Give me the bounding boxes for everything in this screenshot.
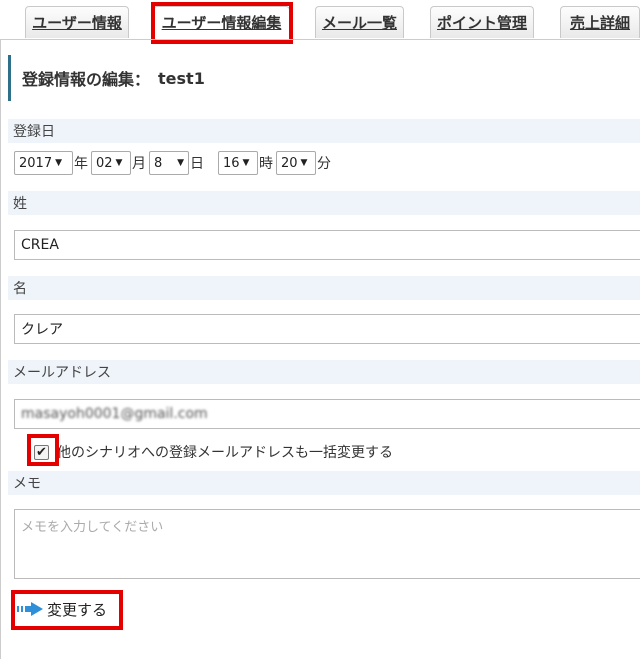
tab-label: ユーザー情報 <box>32 14 122 32</box>
bulk-change-row: ✔ 他のシナリオへの登録メールアドレスも一括変更する <box>34 441 393 463</box>
year-unit: 年 <box>74 156 88 172</box>
page-title: 登録情報の編集： test1 <box>8 55 640 101</box>
hour-select[interactable]: 16 ▼ <box>218 151 258 175</box>
chevron-down-icon: ▼ <box>177 158 184 168</box>
month-value: 02 <box>96 155 113 171</box>
page-title-username: test1 <box>158 68 205 88</box>
email-input[interactable]: masayoh0001@gmail.com <box>14 399 640 429</box>
day-value: 8 <box>154 155 163 171</box>
bulk-change-checkbox[interactable]: ✔ <box>34 444 49 460</box>
month-unit: 月 <box>132 156 146 172</box>
minute-unit: 分 <box>317 156 331 172</box>
reg-date-row: 2017 ▼ 年 02 ▼ 月 8 ▼ 日 16 ▼ 時 20 ▼ 分 <box>14 151 334 175</box>
tab-label: メール一覧 <box>321 14 397 32</box>
bulk-change-label: 他のシナリオへの登録メールアドレスも一括変更する <box>57 445 393 461</box>
chevron-down-icon: ▼ <box>242 158 250 168</box>
minute-value: 20 <box>281 155 298 171</box>
month-select[interactable]: 02 ▼ <box>91 151 131 175</box>
first-name-input[interactable]: クレア <box>14 314 640 344</box>
submit-button[interactable]: 変更する <box>17 596 107 622</box>
memo-label: メモ <box>8 471 640 495</box>
day-select[interactable]: 8 ▼ <box>149 151 189 175</box>
tab-mail-list[interactable]: メール一覧 <box>315 6 404 38</box>
first-name-label: 名 <box>8 276 640 300</box>
last-name-label: 姓 <box>8 191 640 215</box>
email-value: masayoh0001@gmail.com <box>21 406 208 422</box>
minute-select[interactable]: 20 ▼ <box>276 151 316 175</box>
tab-label: 売上詳細 <box>569 14 630 32</box>
page-title-prefix: 登録情報の編集： <box>22 70 151 89</box>
email-label: メールアドレス <box>8 360 640 384</box>
check-icon: ✔ <box>36 444 47 460</box>
hour-value: 16 <box>223 155 240 171</box>
arrow-right-icon <box>17 602 43 616</box>
reg-date-label: 登録日 <box>8 119 640 143</box>
submit-label: 変更する <box>47 600 108 619</box>
tab-user-info[interactable]: ユーザー情報 <box>25 6 129 38</box>
chevron-down-icon: ▼ <box>55 158 63 168</box>
last-name-input[interactable]: CREA <box>14 230 640 260</box>
tab-label: ユーザー情報編集 <box>161 14 282 32</box>
tab-point-management[interactable]: ポイント管理 <box>430 6 534 38</box>
tab-label: ポイント管理 <box>436 14 527 32</box>
tab-bar: ユーザー情報 ユーザー情報編集 メール一覧 ポイント管理 売上詳細 <box>0 0 640 40</box>
tab-user-info-edit[interactable]: ユーザー情報編集 <box>153 6 290 38</box>
memo-textarea[interactable]: メモを入力してください <box>14 509 640 579</box>
chevron-down-icon: ▼ <box>115 158 123 168</box>
year-select[interactable]: 2017 ▼ <box>14 151 73 175</box>
year-value: 2017 <box>19 155 53 171</box>
day-unit: 日 <box>190 156 204 172</box>
chevron-down-icon: ▼ <box>300 158 308 168</box>
hour-unit: 時 <box>259 156 273 172</box>
tab-sales-detail[interactable]: 売上詳細 <box>560 6 640 38</box>
